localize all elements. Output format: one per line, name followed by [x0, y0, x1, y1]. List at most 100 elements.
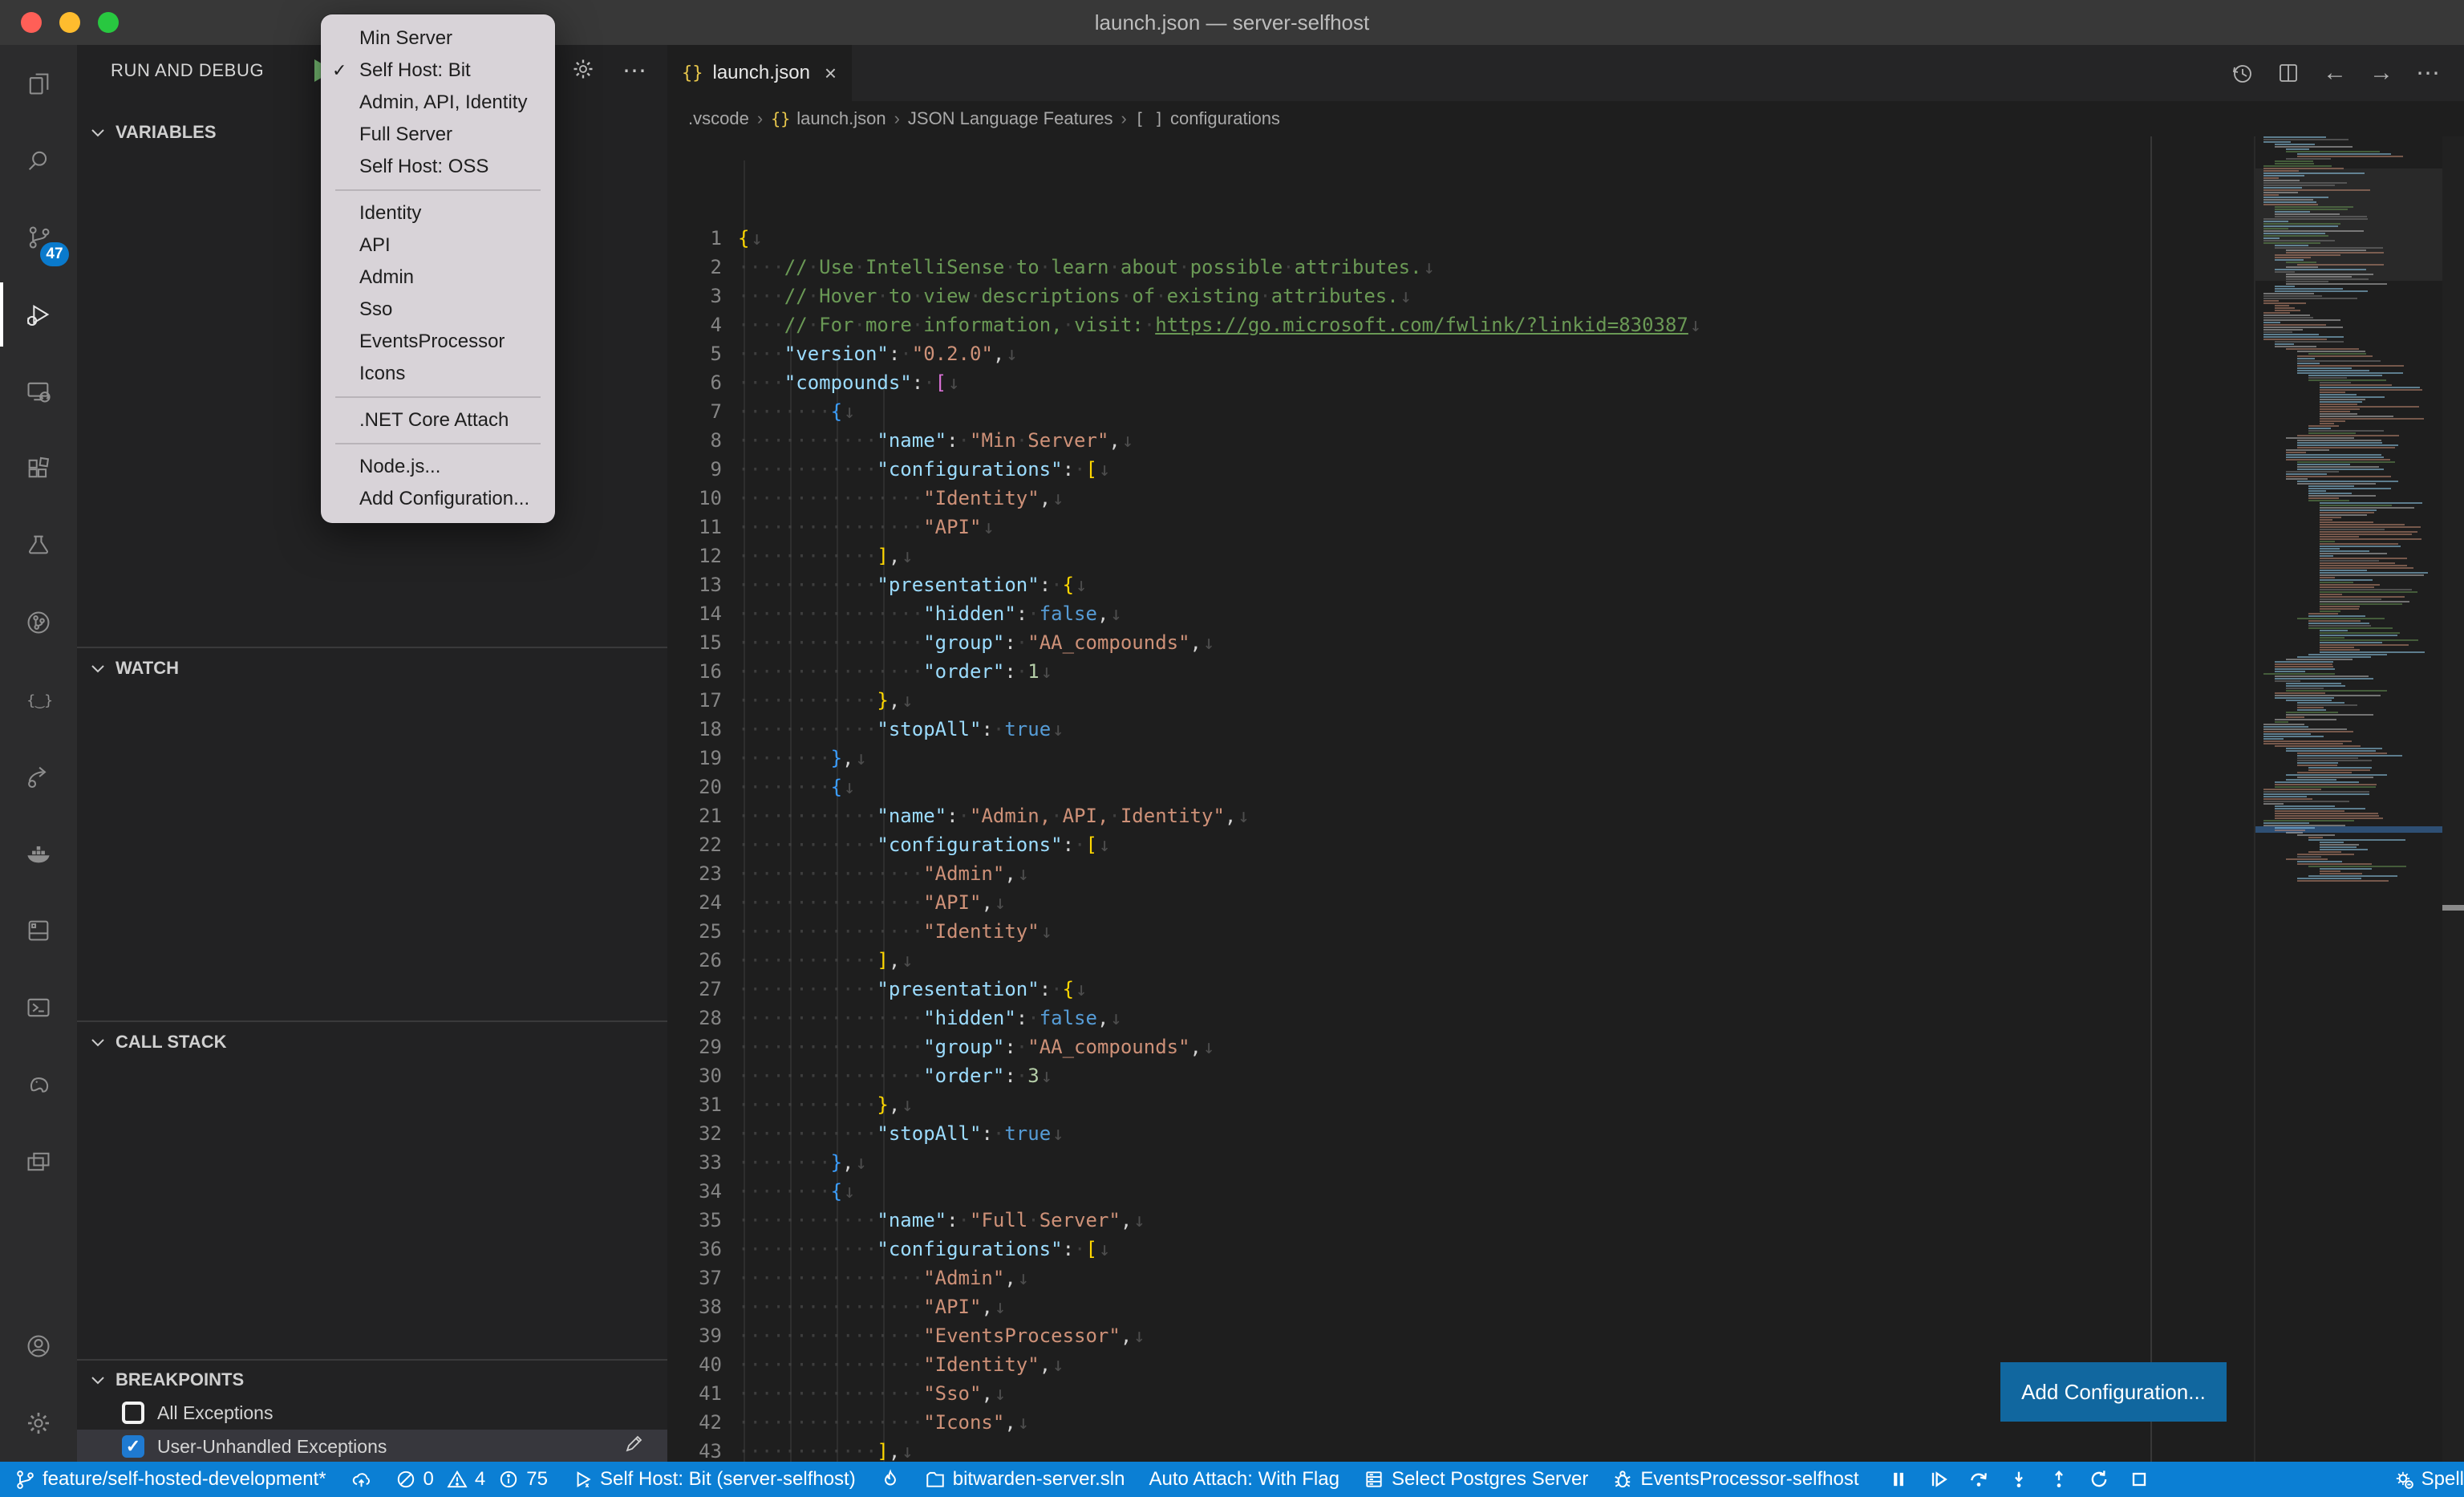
editor-more-actions-icon[interactable]: ⋯: [2416, 59, 2440, 87]
debug-settings-gear-icon[interactable]: [571, 57, 595, 85]
step-over-icon[interactable]: [1968, 1468, 1990, 1491]
line-number: 27: [667, 975, 722, 1004]
menu-item-admin-api-identity[interactable]: Admin, API, Identity: [321, 87, 555, 119]
activity-brackets-icon[interactable]: {‿}: [0, 661, 77, 738]
status-cloud-upload[interactable]: [351, 1469, 371, 1490]
status-info-count[interactable]: 75: [498, 1468, 548, 1491]
menu-item-api[interactable]: API: [321, 229, 555, 262]
status-error-count[interactable]: 0: [395, 1468, 434, 1491]
navigate-forward-icon[interactable]: →: [2369, 59, 2393, 87]
breadcrumb-item[interactable]: .vscode: [688, 108, 749, 129]
activity-run-debug-icon[interactable]: [0, 276, 77, 353]
tab-close-icon[interactable]: ×: [825, 61, 837, 86]
code-line: 15················"group":·"AA_compounds…: [667, 628, 2143, 657]
step-into-icon[interactable]: [2008, 1468, 2030, 1491]
menu-item-min-server[interactable]: Min Server: [321, 22, 555, 55]
step-out-icon[interactable]: [2048, 1468, 2070, 1491]
pause-icon[interactable]: [1887, 1468, 1910, 1491]
line-number: 19: [667, 744, 722, 773]
line-number: 15: [667, 628, 722, 657]
menu-item-full-server[interactable]: Full Server: [321, 119, 555, 151]
activity-remote-explorer-icon[interactable]: [0, 353, 77, 430]
line-number: 8: [667, 426, 722, 455]
checkbox-unchecked[interactable]: [122, 1402, 144, 1424]
menu-item-admin[interactable]: Admin: [321, 262, 555, 294]
menu-item-sso[interactable]: Sso: [321, 294, 555, 326]
stop-icon[interactable]: [2128, 1468, 2150, 1491]
line-number: 14: [667, 599, 722, 628]
code-line: 29················"group":·"AA_compounds…: [667, 1032, 2143, 1061]
breadcrumb-item[interactable]: {}launch.json: [771, 108, 886, 129]
minimize-window-button[interactable]: [59, 12, 80, 33]
activity-source-control-icon[interactable]: 47: [0, 199, 77, 276]
status-self-host-bit-server-selfhost[interactable]: Self Host: Bit (server-selfhost): [572, 1468, 856, 1491]
line-number: 25: [667, 917, 722, 946]
code-line: 30················"order":·3↓: [667, 1061, 2143, 1090]
activity-postgres-icon[interactable]: [0, 1046, 77, 1123]
continue-icon[interactable]: [1927, 1468, 1950, 1491]
restart-icon[interactable]: [2088, 1468, 2110, 1491]
activity-extensions-icon[interactable]: [0, 430, 77, 507]
status-problems[interactable]: 04 75: [395, 1468, 548, 1491]
breadcrumb-item[interactable]: JSON Language Features: [908, 108, 1113, 129]
activity-live-share-icon[interactable]: [0, 738, 77, 815]
breadcrumb[interactable]: .vscode›{}launch.json›JSON Language Feat…: [667, 101, 2464, 136]
code-line: 28················"hidden":·false,↓: [667, 1004, 2143, 1032]
status-bitwarden-server-sln[interactable]: bitwarden-server.sln: [925, 1468, 1125, 1491]
activity-settings-icon[interactable]: [0, 1385, 77, 1462]
activity-panels-icon[interactable]: [0, 1123, 77, 1200]
breadcrumb-item[interactable]: [ ]configurations: [1135, 108, 1280, 129]
edit-pencil-icon[interactable]: [622, 1433, 645, 1460]
menu-item-node-js[interactable]: Node.js...: [321, 451, 555, 483]
tab-bar: {} launch.json × ← → ⋯: [667, 45, 2464, 101]
menu-item-net-core-attach[interactable]: .NET Core Attach: [321, 404, 555, 436]
navigate-back-icon[interactable]: ←: [2323, 59, 2347, 87]
code-line: 9············"configurations":·[↓: [667, 455, 2143, 484]
status-warning-count[interactable]: 4: [447, 1468, 485, 1491]
code-line: 7········{↓: [667, 397, 2143, 426]
status-auto-attach-with-flag[interactable]: Auto Attach: With Flag: [1149, 1468, 1339, 1491]
more-actions-icon[interactable]: ⋯: [622, 57, 646, 85]
watch-section-header[interactable]: WATCH: [77, 651, 667, 686]
menu-item-self-host-bit[interactable]: ✓Self Host: Bit: [321, 55, 555, 87]
call-stack-section-header[interactable]: CALL STACK: [77, 1024, 667, 1060]
activity-storage-icon[interactable]: [0, 892, 77, 969]
menu-item-add-configuration[interactable]: Add Configuration...: [321, 483, 555, 515]
activity-terminal-icon[interactable]: [0, 969, 77, 1046]
menu-item-identity[interactable]: Identity: [321, 197, 555, 229]
code-editor[interactable]: 1{↓2····//·Use·IntelliSense·to·learn·abo…: [667, 136, 2464, 1462]
menu-item-self-host-oss[interactable]: Self Host: OSS: [321, 151, 555, 183]
overview-ruler[interactable]: [2442, 136, 2464, 1462]
editor-region[interactable]: {} launch.json × ← → ⋯ .vscode›{}launch.…: [667, 45, 2464, 1462]
zoom-window-button[interactable]: [98, 12, 119, 33]
timeline-history-icon[interactable]: [2230, 61, 2254, 85]
activity-search-icon[interactable]: [0, 122, 77, 199]
activity-docker-icon[interactable]: [0, 815, 77, 892]
bug-icon: [1612, 1469, 1633, 1490]
code-line: 37················"Admin",↓: [667, 1264, 2143, 1292]
minimap[interactable]: [2254, 136, 2442, 1462]
breakpoint-all-exceptions[interactable]: All Exceptions: [77, 1396, 667, 1430]
menu-item-icons[interactable]: Icons: [321, 358, 555, 390]
window-controls[interactable]: [21, 12, 119, 33]
status-flame[interactable]: [880, 1469, 901, 1490]
activity-git-graph-icon[interactable]: [0, 584, 77, 661]
checkbox-checked[interactable]: ✓: [122, 1435, 144, 1458]
split-editor-icon[interactable]: [2276, 61, 2300, 85]
status-select-postgres-server[interactable]: Select Postgres Server: [1364, 1468, 1588, 1491]
line-number: 42: [667, 1408, 722, 1437]
code-line: 20········{↓: [667, 773, 2143, 801]
line-number: 17: [667, 686, 722, 715]
status-branch[interactable]: feature/self-hosted-development*: [14, 1468, 326, 1491]
tab-launch-json[interactable]: {} launch.json ×: [667, 45, 852, 101]
add-configuration-button[interactable]: Add Configuration...: [2000, 1362, 2227, 1422]
breakpoint-user-unhandled[interactable]: ✓ User-Unhandled Exceptions: [77, 1430, 667, 1463]
activity-testing-icon[interactable]: [0, 507, 77, 584]
breakpoints-section-header[interactable]: BREAKPOINTS: [77, 1362, 667, 1398]
status-spell-checker[interactable]: Spell: [2393, 1468, 2464, 1491]
close-window-button[interactable]: [21, 12, 42, 33]
activity-explorer-icon[interactable]: [0, 45, 77, 122]
menu-item-eventsprocessor[interactable]: EventsProcessor: [321, 326, 555, 358]
status-eventsprocessor-selfhost[interactable]: EventsProcessor-selfhost: [1612, 1468, 1858, 1491]
activity-account-icon[interactable]: [0, 1308, 77, 1385]
